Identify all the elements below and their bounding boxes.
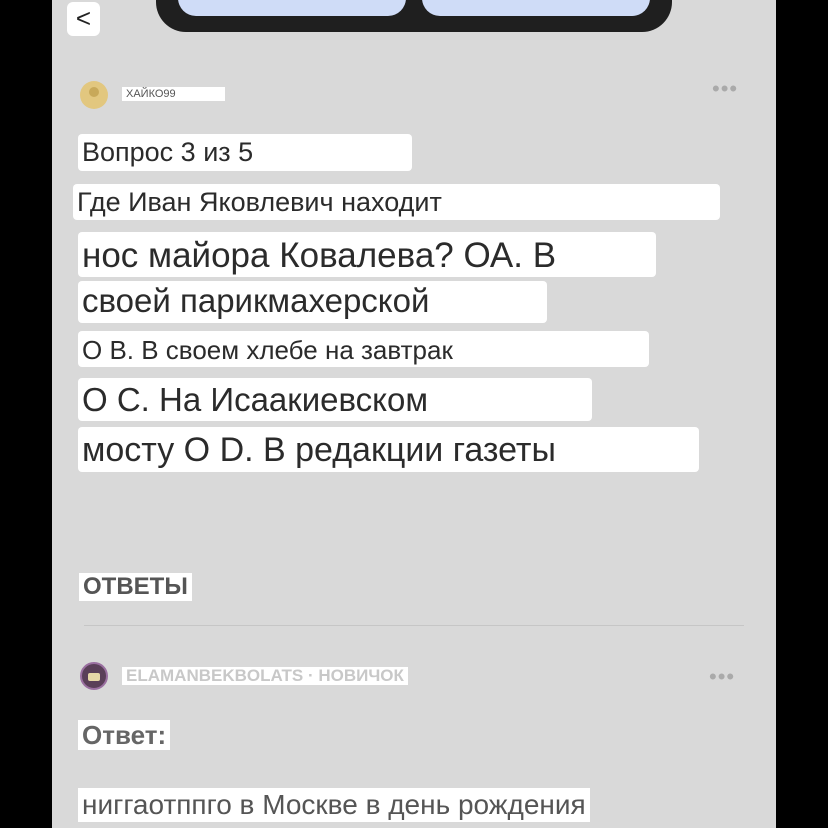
answer-more-icon[interactable]: ••• xyxy=(709,666,735,688)
answer-text: ниггаотппго в Москве в день рождения xyxy=(78,788,590,822)
question-line-3: нос майора Ковалева? ОА. В xyxy=(78,232,656,277)
back-button[interactable]: < xyxy=(67,2,100,36)
question-line-5: О В. В своем хлебе на завтрак xyxy=(78,331,649,367)
answer-author-avatar[interactable] xyxy=(80,662,108,690)
question-line-2: Где Иван Яковлевич находит xyxy=(73,184,720,220)
header-graphic xyxy=(156,0,672,32)
question-line-6: О С. На Исаакиевском xyxy=(78,378,592,421)
header-right-shape xyxy=(422,0,650,16)
answer-author-name[interactable]: ELAMANBEKBOLATS · НОВИЧОК xyxy=(122,667,408,685)
answer-label: Ответ: xyxy=(78,720,171,750)
question-line-4: своей парикмахерской xyxy=(78,281,547,323)
question-line-7: мосту О D. В редакции газеты xyxy=(78,427,699,472)
header-left-shape xyxy=(178,0,406,16)
question-author-name[interactable]: ХАЙКО99 xyxy=(122,87,225,101)
question-line-1: Вопрос 3 из 5 xyxy=(78,134,412,171)
question-more-icon[interactable]: ••• xyxy=(712,78,738,100)
section-divider xyxy=(84,625,744,626)
question-author-avatar[interactable] xyxy=(80,81,108,109)
answers-heading: ОТВЕТЫ xyxy=(79,573,192,601)
app-screen: < ХАЙКО99 ••• Вопрос 3 из 5 Где Иван Яко… xyxy=(52,0,776,828)
